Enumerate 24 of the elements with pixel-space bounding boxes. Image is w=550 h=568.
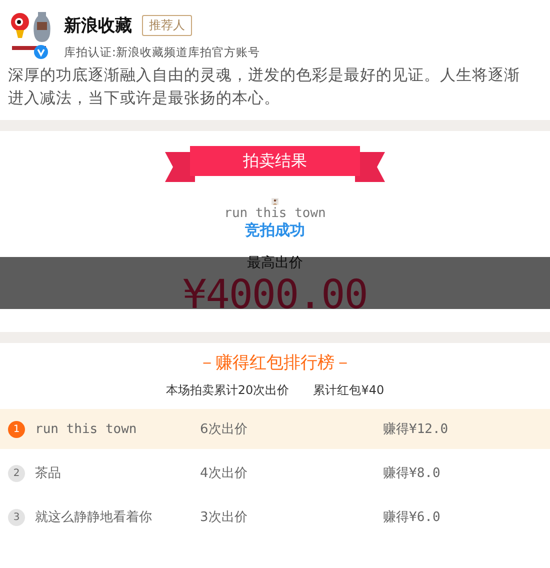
bid-count: 3次出价 xyxy=(200,509,248,526)
bidder-name: 就这么静静地看着你 xyxy=(35,509,153,526)
price-label: 最高出价 xyxy=(247,254,303,272)
bid-count: 6次出价 xyxy=(200,421,248,438)
rank-badge: 1 xyxy=(8,420,25,438)
certification-text: 库拍认证:新浪收藏频道库拍官方账号 xyxy=(64,45,260,60)
total-bonus-text: 累计红包¥40 xyxy=(313,382,384,399)
winner-name: run this town xyxy=(224,206,326,221)
bidder-name: 茶品 xyxy=(35,465,62,482)
motto-text: 深厚的功底逐渐融入自由的灵魂，迸发的色彩是最好的见证。人生将逐渐进入减法，当下或许是最张扬的本心。 xyxy=(8,65,521,109)
account-name: 新浪收藏 xyxy=(64,15,132,37)
recommender-badge: 推荐人 xyxy=(142,15,192,36)
total-bids-text: 本场拍卖累计20次出价 xyxy=(166,382,290,399)
status-text: 竞拍成功 xyxy=(245,221,305,240)
earned-amount: 赚得¥12.0 xyxy=(383,421,450,438)
ribbon-title: 拍卖结果 xyxy=(243,150,307,172)
earned-amount: 赚得¥8.0 xyxy=(383,465,442,482)
rank-badge: 3 xyxy=(8,508,25,526)
bid-count: 4次出价 xyxy=(200,465,248,482)
ranking-title: －赚得红包排行榜－ xyxy=(198,352,352,374)
bidder-name: run this town xyxy=(35,422,138,436)
rank-badge: 2 xyxy=(8,464,25,482)
price-value: ¥4000.00 xyxy=(182,272,368,318)
earned-amount: 赚得¥6.0 xyxy=(383,509,442,526)
